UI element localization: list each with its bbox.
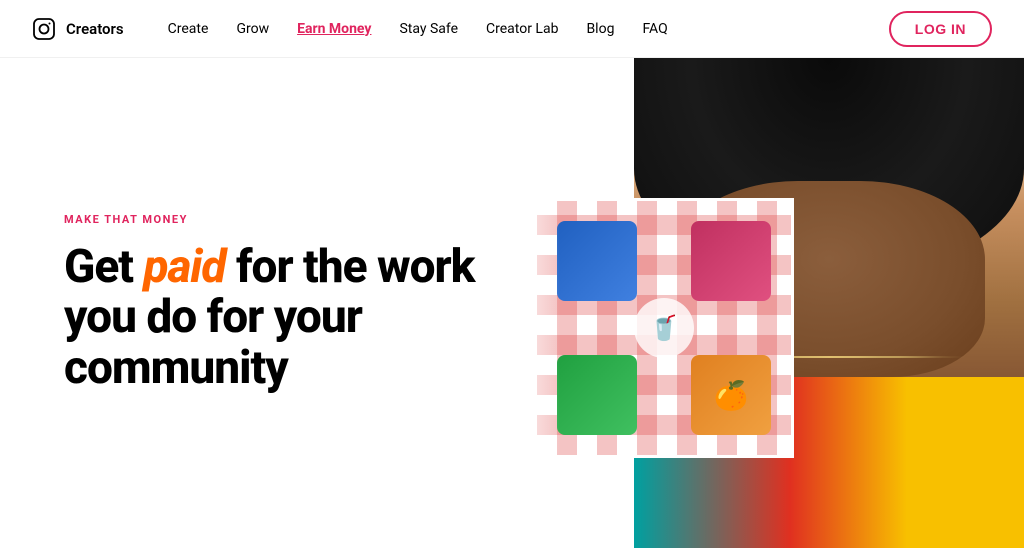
nav-create[interactable]: Create (156, 13, 221, 45)
nav-stay-safe[interactable]: Stay Safe (387, 13, 470, 45)
flatlay-item-1 (557, 221, 637, 301)
login-button[interactable]: LOG IN (889, 11, 992, 47)
flatlay-photo: 🍊 🥤 (534, 198, 794, 458)
instagram-icon (32, 17, 56, 41)
flatlay-item-4: 🍊 (691, 355, 771, 435)
hero-left-content: MAKE THAT MONEY Get paid for the work yo… (0, 58, 510, 548)
headline-highlight: paid (143, 240, 225, 294)
image-fade-overlay (500, 58, 560, 548)
flatlay-item-2 (691, 221, 771, 301)
hero-eyebrow: MAKE THAT MONEY (64, 213, 478, 226)
flatlay-item-3 (557, 355, 637, 435)
site-header: Creators Create Grow Earn Money Stay Saf… (0, 0, 1024, 58)
hero-image-area: 🍊 🥤 (534, 58, 1024, 548)
headline-part1: Get (64, 240, 143, 294)
flatlay-background: 🍊 🥤 (537, 201, 791, 455)
nav-faq[interactable]: FAQ (630, 13, 679, 45)
main-nav: Create Grow Earn Money Stay Safe Creator… (156, 13, 889, 45)
flatlay-center-item: 🥤 (634, 298, 694, 358)
nav-earn-money[interactable]: Earn Money (285, 13, 383, 45)
hero-headline: Get paid for the work you do for your co… (64, 242, 478, 394)
nav-grow[interactable]: Grow (224, 13, 281, 45)
logo-link[interactable]: Creators (32, 17, 124, 41)
nav-creator-lab[interactable]: Creator Lab (474, 13, 570, 45)
logo-text: Creators (66, 20, 124, 38)
nav-blog[interactable]: Blog (574, 13, 626, 45)
hero-section: MAKE THAT MONEY Get paid for the work yo… (0, 58, 1024, 548)
